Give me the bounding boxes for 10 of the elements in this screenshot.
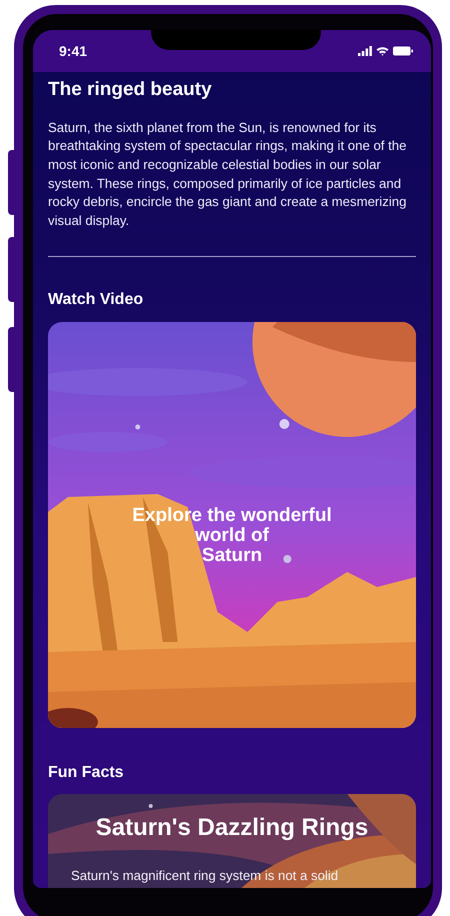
video-thumbnail-drawing[interactable] (48, 322, 416, 728)
signal-icon (358, 46, 372, 56)
wifi-icon (376, 46, 389, 56)
section-heading: Fun Facts (48, 764, 125, 782)
fact-title: Saturn's Dazzling Rings (94, 814, 370, 842)
section-heading: Watch Video (48, 291, 144, 310)
battery-icon (393, 46, 413, 56)
article-body: Saturn, the sixth planet from the Sun, is renowned for its breathtaking system of spectacular rings, making it one of the most iconic and recognizable celestial bodies in our solar system. These rings, composed primarily of ice particles and rocky debris, encircle the gas giant and create a mesmerizing visual display. (48, 118, 408, 230)
status-time: 9:41 (59, 43, 88, 59)
article-title: The ringed beauty (48, 79, 213, 102)
